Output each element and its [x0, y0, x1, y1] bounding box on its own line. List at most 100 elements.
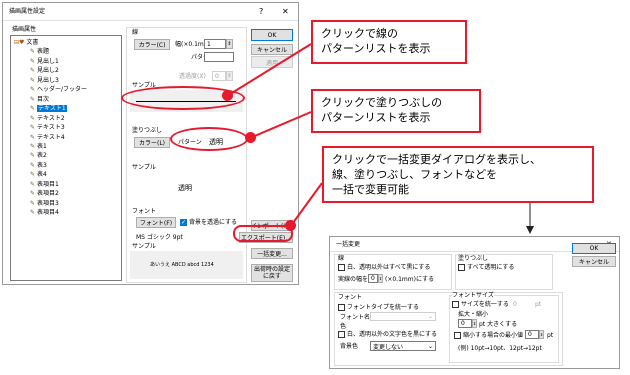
fill-sample-text: 透明 [178, 184, 192, 192]
callout-3-line-2: 線、塗りつぶし、フォントなどを [332, 168, 498, 181]
cancel-button[interactable]: キャンセル [251, 44, 293, 55]
tree-item-label: 表項目2 [37, 190, 59, 198]
bulk-color-check-label: 白、透明以外の文字色を黒にする [347, 331, 438, 338]
tree-item[interactable]: ✎ 表3 [30, 161, 47, 170]
bg-transparent-checkbox[interactable]: ✓ [180, 219, 187, 226]
apply-button[interactable]: 適用 [251, 56, 293, 68]
tree-item[interactable]: ✎ 表項目3 [30, 199, 59, 208]
bulk-min-label: 縮小する場合の最小値 [463, 332, 524, 339]
bulk-min-unit: pt [547, 332, 554, 339]
callout-1-line-2: パターンリストを表示 [321, 42, 431, 55]
transparency-input[interactable]: 0 [212, 71, 226, 81]
tree-item[interactable]: ✎ テキスト2 [30, 114, 65, 123]
brush-icon: ✎ [30, 48, 36, 56]
font-group-label: フォント [132, 208, 157, 215]
tree-item[interactable]: ✎ テキスト4 [30, 133, 65, 142]
tree-item[interactable]: ✎ 見出し2 [30, 66, 59, 75]
brush-icon: ✎ [30, 152, 36, 160]
tree-item[interactable]: ✎ 表項目2 [30, 189, 59, 198]
close-icon[interactable]: ✕ [282, 8, 289, 16]
brush-icon: ✎ [30, 190, 36, 198]
callout-fill-pattern: クリックで塗りつぶしの パターンリストを表示 [311, 89, 481, 133]
transparency-label: 透過度(X) [179, 73, 206, 80]
bulk-width-input[interactable]: 0 [368, 274, 378, 283]
fill-color-button[interactable]: カラー(L) [134, 137, 170, 148]
bulk-color-checkbox[interactable] [338, 331, 345, 338]
brush-icon: ✎ [30, 180, 36, 188]
bulk-scale-spinner[interactable]: ⇕ [472, 319, 477, 328]
help-button[interactable]: ? [259, 8, 263, 16]
tree-item-label: 目次 [37, 95, 50, 103]
bulk-cancel-button[interactable]: キャンセル [572, 256, 616, 267]
callout-bulk-change: クリックで一括変更ダイアログを表示し、 線、塗りつぶし、フォントなどを 一括で変… [322, 146, 594, 203]
tree-item[interactable]: ✎ 見出し3 [30, 76, 59, 85]
bulk-scale-unit: pt 大きくする [479, 321, 518, 328]
tree-item[interactable]: ✎ 目次 [30, 95, 49, 104]
tree-item-label: 見出し1 [37, 57, 59, 65]
tree-item-label: 表1 [37, 142, 47, 150]
bulk-example: (例) 10pt→10pt、12pt→12pt [458, 345, 542, 352]
bulk-size-unit: pt [535, 301, 542, 308]
tree-item[interactable]: ✎ 表2 [30, 151, 47, 160]
tree-item[interactable]: ✎ 表題 [30, 47, 49, 56]
bulk-size-checkbox[interactable] [452, 301, 459, 308]
bulk-min-spinner[interactable]: ⇕ [539, 330, 544, 339]
line-pattern-select[interactable] [204, 52, 234, 62]
tree-item-label: 表題 [37, 48, 50, 56]
tree-item-label: ヘッダー/フッター [37, 86, 88, 94]
tree-item[interactable]: ✎ テキスト3 [30, 123, 65, 132]
bulk-font-label: フォント [338, 294, 363, 301]
restore-defaults-button[interactable]: 出荷時の設定に戻す [251, 264, 293, 282]
chevron-down-icon: ⌄ [427, 342, 433, 350]
callout-dot-1 [222, 90, 233, 101]
tree-item-label: 表項目1 [37, 180, 59, 188]
bulk-scale-input[interactable]: 0 [458, 319, 472, 328]
dialog-title: 描画属性設定 [9, 8, 46, 15]
transparency-spinner[interactable]: ⇕ [226, 71, 233, 81]
tree-item[interactable]: ✎ 表項目1 [30, 180, 59, 189]
bulk-font-type-checkbox[interactable] [338, 304, 345, 311]
tree-item[interactable]: ✎ テキスト1 [30, 104, 67, 113]
bulk-min-input[interactable]: 0 [525, 330, 539, 339]
font-sample-label: サンプル [132, 243, 156, 250]
tree-item[interactable]: ✎ ヘッダー/フッター [30, 85, 87, 94]
callout-2-line-2: パターンリストを表示 [321, 111, 431, 124]
tree-item[interactable]: ✎ 表4 [30, 170, 47, 179]
tree-item[interactable]: ✎ 表1 [30, 142, 47, 151]
bulk-font-name-select[interactable]: ⌄ [370, 312, 436, 321]
bulk-bg-label: 背景色 [340, 343, 359, 350]
bulk-scale-label: 拡大・縮小 [458, 311, 489, 318]
tree-item[interactable]: ✎ 表項目4 [30, 208, 59, 217]
font-button[interactable]: フォント(F) [136, 217, 176, 228]
bulk-change-button[interactable]: 一括変更... [251, 248, 293, 259]
bulk-bg-select[interactable]: 変更しない ⌄ [370, 341, 436, 351]
tree-item-label: 見出し3 [37, 76, 59, 84]
bulk-line-group [334, 254, 452, 290]
tree-item-label: 表2 [37, 152, 47, 160]
bulk-line-checkbox[interactable] [338, 264, 345, 271]
bulk-min-checkbox[interactable] [454, 332, 461, 339]
bulk-line-check-label: 白、透明以外はすべて黒にする [347, 264, 431, 271]
tree-item-label: テキスト2 [37, 114, 65, 122]
dialog-titlebar: 描画属性設定 ? ✕ [3, 3, 298, 21]
bulk-size-label: フォントサイズ [452, 292, 494, 299]
bulk-width-label: 実線の幅を [338, 276, 369, 283]
bulk-line-label: 線 [338, 255, 345, 262]
brush-icon: ✎ [30, 105, 36, 113]
bg-transparent-label: 背景を透過にする [189, 219, 238, 226]
line-color-button[interactable]: カラー(C) [134, 39, 170, 50]
bulk-width-spinner[interactable]: ⇕ [378, 274, 383, 283]
brush-icon: ✎ [30, 133, 36, 141]
brush-icon: ✎ [30, 142, 36, 150]
width-spinner[interactable]: ⇕ [226, 39, 233, 49]
bulk-size-value[interactable]: 0 [513, 302, 517, 308]
bulk-fill-checkbox[interactable] [458, 264, 465, 271]
tree-item[interactable]: ✎ 見出し1 [30, 57, 59, 66]
brush-icon: ✎ [30, 171, 36, 179]
ok-button[interactable]: OK [251, 29, 293, 41]
bulk-ok-button[interactable]: OK [572, 243, 616, 254]
attribute-tree[interactable]: ⊟♥ 文書 ✎ 表題 ✎ 見出し1 ✎ 見出し2 ✎ 見出し3 ✎ ヘッダー/フッター ✎ 目次 ✎ テキスト… [10, 35, 122, 281]
callout-1-line-1: クリックで線の [321, 27, 398, 40]
tree-item[interactable]: ⊟♥ 文書 [14, 38, 38, 47]
width-input[interactable]: 1 [204, 39, 226, 49]
